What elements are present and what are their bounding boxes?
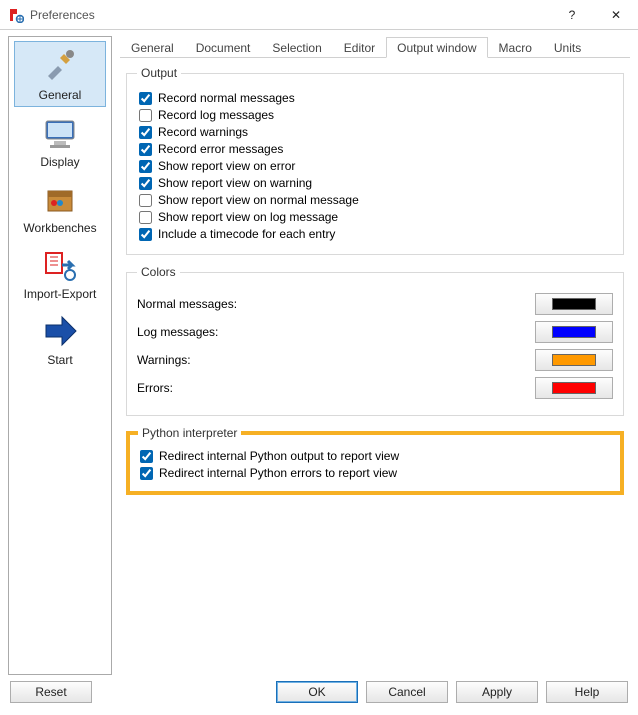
output-option-label: Show report view on error xyxy=(158,159,295,173)
color-label: Errors: xyxy=(137,381,535,395)
tab-general[interactable]: General xyxy=(120,37,185,58)
tab-panel: Output Record normal messages Record log … xyxy=(120,58,630,675)
sidebar-item-display[interactable]: Display xyxy=(14,109,106,173)
dialog-footer: Reset OK Cancel Apply Help xyxy=(0,675,638,709)
color-swatch xyxy=(552,326,596,338)
output-option-row[interactable]: Record log messages xyxy=(137,108,613,122)
color-swatch xyxy=(552,382,596,394)
sidebar-item-label: Start xyxy=(47,353,72,367)
tab-selection[interactable]: Selection xyxy=(261,37,332,58)
output-option-checkbox[interactable] xyxy=(139,126,152,139)
sidebar-item-general[interactable]: General xyxy=(14,41,106,107)
color-button[interactable] xyxy=(535,321,613,343)
tab-macro[interactable]: Macro xyxy=(488,37,543,58)
reset-button[interactable]: Reset xyxy=(10,681,92,703)
python-option-row[interactable]: Redirect internal Python errors to repor… xyxy=(138,466,612,480)
output-option-label: Record log messages xyxy=(158,108,274,122)
output-option-label: Record error messages xyxy=(158,142,283,156)
sidebar-item-label: Workbenches xyxy=(23,221,96,235)
color-button[interactable] xyxy=(535,293,613,315)
sidebar-item-label: General xyxy=(39,88,82,102)
output-option-checkbox[interactable] xyxy=(139,177,152,190)
window-title: Preferences xyxy=(30,8,550,22)
sidebar-item-label: Import-Export xyxy=(24,287,97,301)
monitor-icon xyxy=(40,115,80,151)
main-panel: GeneralDocumentSelectionEditorOutput win… xyxy=(112,36,630,675)
sidebar-item-workbenches[interactable]: Workbenches xyxy=(14,175,106,239)
output-option-checkbox[interactable] xyxy=(139,160,152,173)
output-option-row[interactable]: Include a timecode for each entry xyxy=(137,227,613,241)
output-option-row[interactable]: Show report view on normal message xyxy=(137,193,613,207)
output-option-checkbox[interactable] xyxy=(139,92,152,105)
python-legend: Python interpreter xyxy=(138,426,241,440)
color-label: Warnings: xyxy=(137,353,535,367)
tab-output-window[interactable]: Output window xyxy=(386,37,487,58)
sidebar-item-label: Display xyxy=(40,155,79,169)
tab-editor[interactable]: Editor xyxy=(333,37,386,58)
ok-button[interactable]: OK xyxy=(276,681,358,703)
color-row: Errors: xyxy=(137,377,613,399)
help-button-footer[interactable]: Help xyxy=(546,681,628,703)
sidebar-item-import-export[interactable]: Import-Export xyxy=(14,241,106,305)
output-option-label: Show report view on normal message xyxy=(158,193,359,207)
python-option-checkbox[interactable] xyxy=(140,450,153,463)
tab-units[interactable]: Units xyxy=(543,37,592,58)
output-option-label: Record normal messages xyxy=(158,91,295,105)
app-icon xyxy=(8,7,24,23)
color-button[interactable] xyxy=(535,349,613,371)
output-legend: Output xyxy=(137,66,181,80)
output-option-label: Record warnings xyxy=(158,125,248,139)
output-group: Output Record normal messages Record log … xyxy=(126,66,624,255)
arrow-icon xyxy=(40,313,80,349)
category-sidebar: General Display Workbenches Import-Export St… xyxy=(8,36,112,675)
output-option-checkbox[interactable] xyxy=(139,211,152,224)
content-area: General Display Workbenches Import-Export St… xyxy=(0,30,638,675)
output-option-label: Show report view on log message xyxy=(158,210,338,224)
output-option-label: Show report view on warning xyxy=(158,176,312,190)
output-option-row[interactable]: Show report view on log message xyxy=(137,210,613,224)
tab-document[interactable]: Document xyxy=(185,37,262,58)
output-option-checkbox[interactable] xyxy=(139,143,152,156)
output-option-checkbox[interactable] xyxy=(139,194,152,207)
apply-button[interactable]: Apply xyxy=(456,681,538,703)
output-option-row[interactable]: Record normal messages xyxy=(137,91,613,105)
tools-icon xyxy=(40,48,80,84)
output-option-row[interactable]: Show report view on warning xyxy=(137,176,613,190)
colors-group: Colors Normal messages: Log messages: Warn… xyxy=(126,265,624,416)
sidebar-item-start[interactable]: Start xyxy=(14,307,106,371)
color-swatch xyxy=(552,298,596,310)
output-option-checkbox[interactable] xyxy=(139,228,152,241)
color-row: Normal messages: xyxy=(137,293,613,315)
color-button[interactable] xyxy=(535,377,613,399)
color-label: Log messages: xyxy=(137,325,535,339)
python-option-label: Redirect internal Python errors to repor… xyxy=(159,466,397,480)
help-button[interactable]: ? xyxy=(550,0,594,30)
colors-legend: Colors xyxy=(137,265,180,279)
cancel-button[interactable]: Cancel xyxy=(366,681,448,703)
close-button[interactable]: ✕ xyxy=(594,0,638,30)
titlebar: Preferences ? ✕ xyxy=(0,0,638,30)
color-row: Warnings: xyxy=(137,349,613,371)
output-option-row[interactable]: Record error messages xyxy=(137,142,613,156)
output-option-row[interactable]: Show report view on error xyxy=(137,159,613,173)
output-option-row[interactable]: Record warnings xyxy=(137,125,613,139)
box-icon xyxy=(40,181,80,217)
output-option-checkbox[interactable] xyxy=(139,109,152,122)
tab-bar: GeneralDocumentSelectionEditorOutput win… xyxy=(120,36,630,58)
python-option-checkbox[interactable] xyxy=(140,467,153,480)
output-option-label: Include a timecode for each entry xyxy=(158,227,335,241)
color-row: Log messages: xyxy=(137,321,613,343)
color-label: Normal messages: xyxy=(137,297,535,311)
python-option-label: Redirect internal Python output to repor… xyxy=(159,449,399,463)
python-interpreter-group: Python interpreter Redirect internal Pyt… xyxy=(126,426,624,495)
python-option-row[interactable]: Redirect internal Python output to repor… xyxy=(138,449,612,463)
color-swatch xyxy=(552,354,596,366)
import-export-icon xyxy=(40,247,80,283)
